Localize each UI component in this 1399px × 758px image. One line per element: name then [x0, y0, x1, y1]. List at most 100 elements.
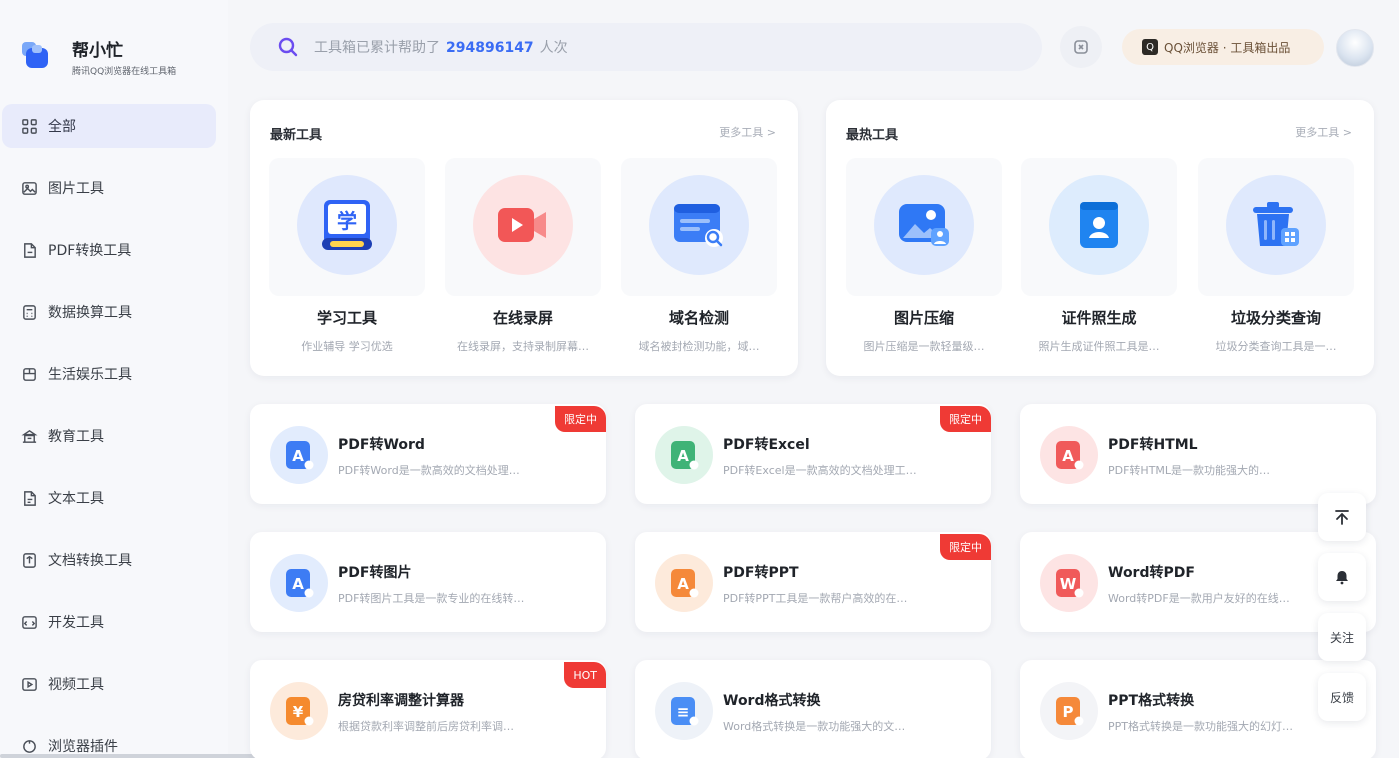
avatar[interactable]: [1336, 29, 1374, 67]
sidebar-item-doc-convert-tools[interactable]: 文档转换工具: [2, 538, 216, 582]
sidebar-item-pdf-tools[interactable]: PDF转换工具: [2, 228, 216, 272]
card-title: PDF转Excel: [723, 437, 810, 453]
card-badge: 限定中: [940, 406, 991, 432]
card-desc: Word转PDF是一款用户友好的在线…: [1108, 592, 1290, 605]
sidebar-item-life-tools[interactable]: 生活娱乐工具: [2, 352, 216, 396]
sidebar-item-label: 文档转换工具: [48, 553, 132, 569]
sidebar-item-label: 数据换算工具: [48, 305, 132, 321]
image-icon: [20, 179, 38, 197]
card-title: PDF转Word: [338, 437, 425, 453]
sidebar-item-label: 图片工具: [48, 181, 104, 197]
house-loan-icon: ¥: [270, 682, 328, 740]
card-icon-glyph: A: [1062, 447, 1074, 465]
sidebar-item-label: 教育工具: [48, 429, 104, 445]
feedback-button[interactable]: 反馈: [1318, 673, 1366, 721]
education-icon: [20, 427, 38, 445]
tool-card[interactable]: A PDF转Word PDF转Word是一款高效的文档处理… 限定中: [250, 404, 606, 504]
grid-icon: [20, 117, 38, 135]
search-bar[interactable]: 工具箱已累计帮助了 294896147 人次: [250, 23, 1042, 71]
doc-convert-icon: [20, 551, 38, 569]
qq-browser-logo-icon: Q: [1142, 39, 1158, 55]
study-book-icon: 学: [297, 175, 397, 275]
text-file-icon: [20, 489, 38, 507]
card-icon-glyph: A: [292, 575, 304, 593]
sidebar-item-text-tools[interactable]: 文本工具: [2, 476, 216, 520]
notification-button[interactable]: [1318, 553, 1366, 601]
tool-name[interactable]: 学习工具: [269, 307, 425, 328]
tool-card-id-photo[interactable]: [1021, 158, 1177, 296]
more-tools-link[interactable]: 更多工具 >: [1295, 124, 1352, 140]
card-badge: 限定中: [555, 406, 606, 432]
tool-name[interactable]: 垃圾分类查询: [1198, 307, 1354, 328]
card-desc: PDF转PPT工具是一款帮户高效的在…: [723, 592, 908, 605]
sidebar-scrollbar[interactable]: [0, 754, 272, 758]
brand-subtitle: 腾讯QQ浏览器在线工具箱: [72, 67, 177, 77]
sidebar-item-label: 生活娱乐工具: [48, 367, 132, 383]
sidebar-item-education-tools[interactable]: 教育工具: [2, 414, 216, 458]
sidebar: 帮小忙 腾讯QQ浏览器在线工具箱 全部 图片工具 PDF转换工具 数据换算工具 …: [0, 0, 272, 758]
sidebar-item-all[interactable]: 全部: [2, 104, 216, 148]
card-desc: PDF转图片工具是一款专业的在线转…: [338, 592, 525, 605]
trash-sort-icon: [1226, 175, 1326, 275]
theme-toggle-button[interactable]: [1060, 26, 1102, 68]
pdf-to-image-icon: A: [270, 554, 328, 612]
tool-card[interactable]: A PDF转Excel PDF转Excel是一款高效的文档处理工… 限定中: [635, 404, 991, 504]
qq-browser-badge[interactable]: Q QQ浏览器 · 工具箱出品: [1122, 29, 1324, 65]
sidebar-item-image-tools[interactable]: 图片工具: [2, 166, 216, 210]
pdf-to-word-icon: A: [270, 426, 328, 484]
card-icon-glyph: A: [292, 447, 304, 465]
tool-desc: 在线录屏，支持录制屏幕…: [457, 340, 589, 353]
card-title: Word转PDF: [1108, 565, 1195, 581]
back-to-top-button[interactable]: [1318, 493, 1366, 541]
tool-name[interactable]: 域名检测: [621, 307, 777, 328]
panel-title: 最热工具: [846, 128, 899, 143]
plugin-icon: [20, 737, 38, 755]
card-title: Word格式转换: [723, 693, 821, 709]
tool-desc: 域名被封检测功能，域…: [638, 340, 760, 353]
tool-card-study[interactable]: 学: [269, 158, 425, 296]
pdf-to-excel-icon: A: [655, 426, 713, 484]
card-desc: 根据贷款利率调整前后房贷利率调…: [338, 720, 514, 733]
tool-card-trash-sort[interactable]: [1198, 158, 1354, 296]
ppt-format-icon: P: [1040, 682, 1098, 740]
sidebar-item-browser-plugins[interactable]: 浏览器插件: [2, 724, 216, 758]
card-icon-glyph: ¥: [293, 703, 304, 721]
tool-card[interactable]: A PDF转HTML PDF转HTML是一款功能强大的…: [1020, 404, 1376, 504]
sidebar-item-label: 浏览器插件: [48, 739, 118, 755]
sidebar-item-dev-tools[interactable]: 开发工具: [2, 600, 216, 644]
tool-card[interactable]: ≡ Word格式转换 Word格式转换是一款功能强大的文…: [635, 660, 991, 758]
calculator-icon: [20, 303, 38, 321]
panel-title: 最新工具: [270, 128, 323, 143]
sidebar-item-video-tools[interactable]: 视频工具: [2, 662, 216, 706]
brand[interactable]: 帮小忙 腾讯QQ浏览器在线工具箱: [18, 32, 218, 80]
tool-card-screen-record[interactable]: [445, 158, 601, 296]
card-desc: PDF转Word是一款高效的文档处理…: [338, 464, 520, 477]
card-title: PDF转图片: [338, 565, 412, 581]
tool-card[interactable]: A PDF转PPT PDF转PPT工具是一款帮户高效的在… 限定中: [635, 532, 991, 632]
search-help-count: 294896147: [446, 40, 534, 56]
more-tools-link[interactable]: 更多工具 >: [719, 124, 776, 140]
search-placeholder: 工具箱已累计帮助了 294896147 人次: [314, 37, 568, 57]
follow-button[interactable]: 关注: [1318, 613, 1366, 661]
card-title: PDF转HTML: [1108, 437, 1198, 453]
sidebar-item-label: PDF转换工具: [48, 243, 132, 259]
tool-card[interactable]: A PDF转图片 PDF转图片工具是一款专业的在线转…: [250, 532, 606, 632]
tool-card-image-compress[interactable]: [846, 158, 1002, 296]
tool-name[interactable]: 图片压缩: [846, 307, 1002, 328]
brand-logo-icon: [22, 42, 48, 68]
card-desc: Word格式转换是一款功能强大的文…: [723, 720, 906, 733]
pdf-to-html-icon: A: [1040, 426, 1098, 484]
card-badge: HOT: [564, 662, 606, 688]
card-icon-glyph: P: [1063, 703, 1074, 721]
card-desc: PDF转HTML是一款功能强大的…: [1108, 464, 1271, 477]
sidebar-item-label: 文本工具: [48, 491, 104, 507]
theme-icon: [1074, 40, 1088, 54]
sidebar-item-data-calc-tools[interactable]: 数据换算工具: [2, 290, 216, 334]
sidebar-item-label: 全部: [48, 119, 76, 135]
tool-name[interactable]: 证件照生成: [1021, 307, 1177, 328]
tool-card-domain-check[interactable]: [621, 158, 777, 296]
tool-card[interactable]: ¥ 房贷利率调整计算器 根据贷款利率调整前后房贷利率调… HOT: [250, 660, 606, 758]
id-photo-icon: [1049, 175, 1149, 275]
qq-browser-label: QQ浏览器 · 工具箱出品: [1164, 40, 1291, 55]
tool-name[interactable]: 在线录屏: [445, 307, 601, 328]
